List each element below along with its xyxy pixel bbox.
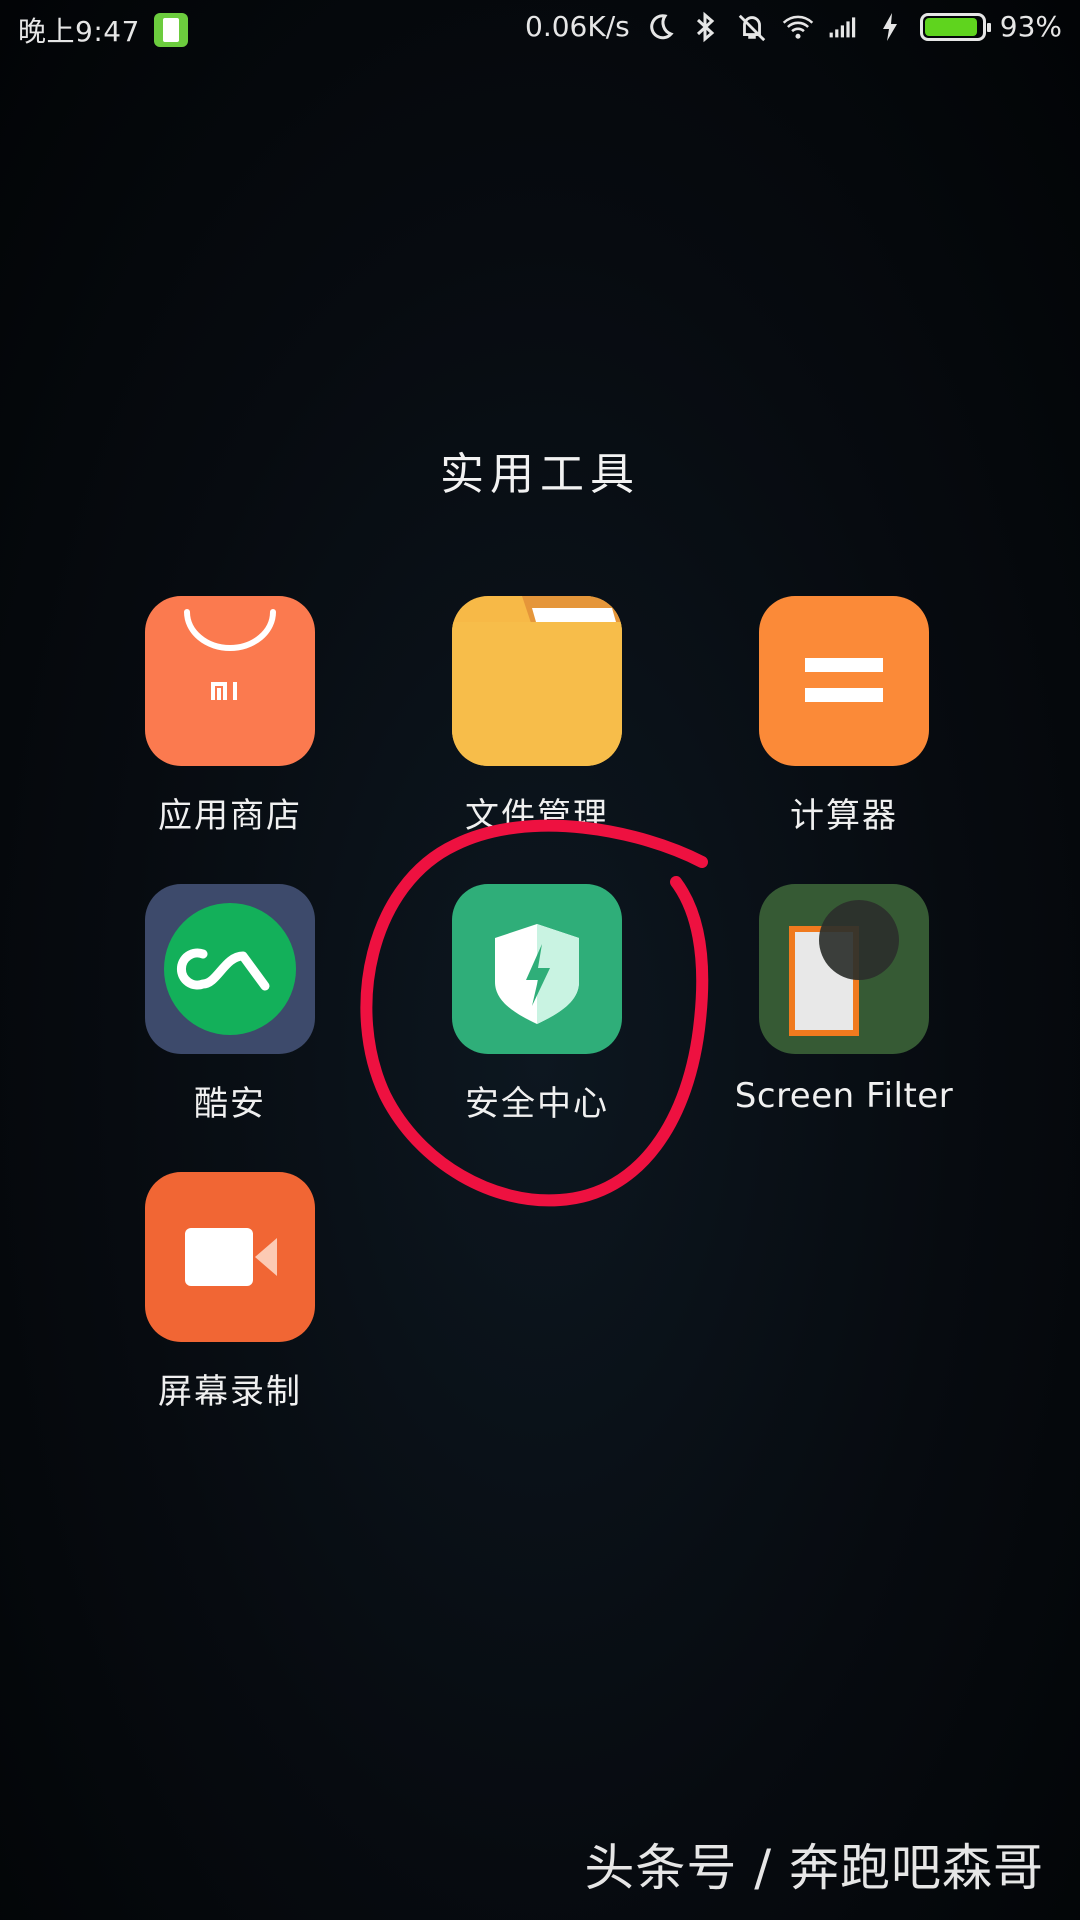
battery-saver-icon [153,13,188,47]
vibrate-off-icon [736,11,768,43]
calculator-icon [759,596,929,766]
folder-icon [452,596,622,766]
app-label: 文件管理 [465,796,609,836]
watermark: 头条号 / 奔跑吧森哥 [584,1839,1044,1897]
moon-icon [644,11,676,43]
app-screen-recorder[interactable]: 屏幕录制 [80,1172,380,1413]
app-store[interactable]: 应用商店 [80,596,380,837]
app-security-center[interactable]: 安全中心 [387,884,687,1125]
app-screen-filter[interactable]: Screen Filter [694,884,994,1116]
app-file-manager[interactable]: 文件管理 [387,596,687,837]
battery-icon [919,12,991,41]
app-label: 酷安 [194,1084,266,1124]
screen-filter-icon [759,884,929,1054]
app-coolapk[interactable]: 酷安 [80,884,380,1125]
battery-fill [924,17,977,36]
bluetooth-icon [690,11,722,43]
app-label: 安全中心 [465,1084,609,1124]
video-camera-icon [145,1172,315,1342]
folder-title: 实用工具 [440,449,640,500]
network-speed: 0.06K/s [525,10,630,43]
status-time: 晚上9:47 [18,15,140,48]
shield-icon [452,884,622,1054]
app-label: Screen Filter [734,1076,954,1116]
app-label: 计算器 [790,796,898,836]
app-label: 屏幕录制 [158,1372,302,1412]
wifi-icon [782,11,814,43]
charging-icon [874,11,906,43]
app-calculator[interactable]: 计算器 [694,596,994,837]
coolapk-icon [145,884,315,1054]
signal-icon [828,11,860,43]
status-bar: 晚上9:47 0.06K/s 93% [0,0,1080,58]
battery-percent: 93% [999,10,1062,43]
mi-store-icon [145,596,315,766]
app-label: 应用商店 [158,796,302,836]
